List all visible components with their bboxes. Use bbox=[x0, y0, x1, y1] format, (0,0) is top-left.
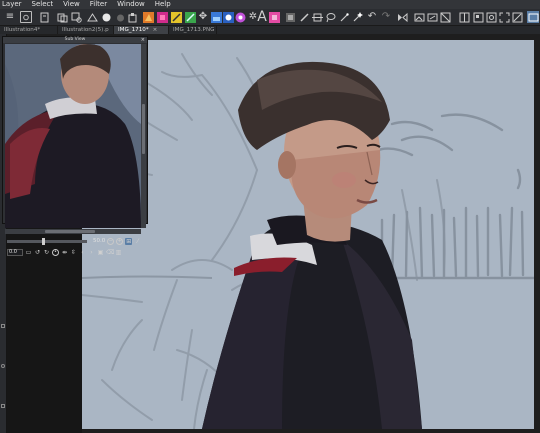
sub-view-vertical-scrollbar[interactable] bbox=[141, 44, 146, 228]
tab-illustration4[interactable]: Illustration4* bbox=[0, 26, 58, 34]
zoom-slider[interactable] bbox=[7, 237, 87, 245]
menu-view[interactable]: View bbox=[61, 0, 80, 9]
eyedropper-icon[interactable]: ⁄ bbox=[134, 238, 141, 245]
layout-icon[interactable] bbox=[485, 11, 497, 23]
flip-vertical-icon[interactable]: ⇳ bbox=[70, 249, 77, 256]
angle-field[interactable]: 0.0 bbox=[7, 248, 23, 256]
slider-knob[interactable] bbox=[42, 237, 45, 245]
gradient-icon[interactable] bbox=[210, 11, 222, 23]
sparkle-wand-icon[interactable] bbox=[351, 11, 363, 23]
colorset-4-icon[interactable] bbox=[184, 11, 196, 23]
redo-icon[interactable]: ↷ bbox=[380, 11, 392, 23]
previous-image-icon[interactable]: ‹ bbox=[79, 249, 86, 256]
delete-image-icon[interactable]: ▥ bbox=[115, 249, 122, 256]
tab-img-1713[interactable]: IMG_1713.PNG bbox=[169, 26, 217, 34]
reference-image[interactable] bbox=[5, 44, 141, 228]
close-icon[interactable]: × bbox=[153, 27, 158, 33]
text-icon[interactable]: A bbox=[256, 10, 268, 24]
close-icon[interactable]: × bbox=[141, 37, 145, 43]
balloon-icon[interactable] bbox=[234, 11, 246, 23]
menu-window[interactable]: Window bbox=[115, 0, 145, 9]
import-image-icon[interactable]: ▣ bbox=[97, 249, 104, 256]
frame-icon[interactable] bbox=[284, 11, 296, 23]
tab-label: IMG_1713.PNG bbox=[173, 27, 215, 33]
document-tabs: Illustration4* Illustration2(5).p IMG_17… bbox=[0, 26, 540, 34]
colorset-5-icon[interactable] bbox=[268, 11, 280, 23]
menu-icon[interactable]: ≡ bbox=[4, 11, 16, 23]
dock-marker-icon[interactable] bbox=[1, 324, 5, 328]
scrollbar-thumb[interactable] bbox=[142, 104, 145, 154]
new-file-icon[interactable] bbox=[38, 11, 50, 23]
eyedropper-icon[interactable] bbox=[298, 11, 310, 23]
flip-icon[interactable] bbox=[396, 11, 408, 23]
sub-view-title: Sub View × bbox=[3, 37, 147, 43]
color-circle-icon[interactable] bbox=[100, 11, 112, 23]
tab-label: Illustration2(5).p bbox=[62, 27, 109, 33]
reset-rotation-icon[interactable]: • bbox=[52, 248, 59, 256]
menu-bar: Layer Select View Filter Window Help bbox=[0, 0, 540, 9]
zoom-in-icon[interactable]: + bbox=[116, 237, 124, 245]
capture-icon[interactable] bbox=[20, 11, 32, 23]
wand-icon[interactable] bbox=[338, 11, 350, 23]
dock-dot-icon[interactable] bbox=[1, 364, 5, 368]
command-bar: ≡ ✥ ✲ A ↶ ↷ bbox=[0, 9, 540, 26]
menu-help[interactable]: Help bbox=[153, 0, 171, 9]
panel-icon[interactable] bbox=[458, 11, 470, 23]
zoom-fit-icon[interactable] bbox=[511, 11, 523, 23]
dock-marker-icon[interactable] bbox=[1, 404, 5, 408]
sub-view-title-text: Sub View bbox=[64, 37, 86, 42]
sub-view-palette: Sub View × 50.0 − + ⊞ ⁄ 0.0 ▭ ↺ ↻ • ⇹ ⇳ … bbox=[2, 36, 148, 256]
settings-icon[interactable] bbox=[472, 11, 484, 23]
menu-filter[interactable]: Filter bbox=[88, 0, 107, 9]
rotate-left-icon[interactable]: ↺ bbox=[34, 249, 41, 256]
zoom-out-icon[interactable]: − bbox=[107, 237, 115, 245]
sub-view-rotate-row: 0.0 ▭ ↺ ↻ • ⇹ ⇳ ‹ › ▣ ⌫ ▥ bbox=[5, 247, 147, 257]
move-icon[interactable]: ✥ bbox=[197, 11, 209, 23]
view-1-icon[interactable] bbox=[413, 11, 425, 23]
window-panel-icon[interactable] bbox=[527, 11, 539, 23]
next-image-icon[interactable]: › bbox=[88, 249, 95, 256]
ruler-icon[interactable] bbox=[311, 11, 323, 23]
view-3-icon[interactable] bbox=[439, 11, 451, 23]
angle-slider-icon[interactable]: ▭ bbox=[25, 249, 32, 256]
sub-view-horizontal-scrollbar[interactable] bbox=[5, 229, 141, 234]
tab-illustration2[interactable]: Illustration2(5).p bbox=[58, 26, 114, 34]
save-icon[interactable] bbox=[70, 11, 82, 23]
fullscreen-icon[interactable] bbox=[498, 11, 510, 23]
fit-icon[interactable]: ⊞ bbox=[125, 237, 133, 245]
menu-select[interactable]: Select bbox=[30, 0, 54, 9]
open-icon[interactable] bbox=[56, 11, 68, 23]
undo-icon[interactable]: ↶ bbox=[366, 11, 378, 23]
tab-img-1710[interactable]: IMG_1710* × bbox=[114, 26, 169, 34]
print-icon[interactable] bbox=[86, 11, 98, 23]
zoom-value: 50.0 bbox=[93, 238, 106, 244]
colorset-3-icon[interactable] bbox=[170, 11, 182, 23]
figure-icon[interactable] bbox=[222, 11, 234, 23]
reference-photo bbox=[5, 44, 141, 228]
sub-view-zoom-row: 50.0 − + ⊞ ⁄ bbox=[5, 236, 147, 246]
colorset-1-icon[interactable] bbox=[142, 11, 154, 23]
drawing-canvas[interactable] bbox=[82, 40, 534, 429]
lasso-icon[interactable] bbox=[324, 11, 336, 23]
flip-horizontal-icon[interactable]: ⇹ bbox=[61, 249, 68, 256]
clear-image-icon[interactable]: ⌫ bbox=[106, 249, 114, 256]
fill-icon[interactable] bbox=[126, 11, 138, 23]
tab-label: IMG_1710* bbox=[118, 27, 149, 33]
colorset-2-icon[interactable] bbox=[156, 11, 168, 23]
view-2-icon[interactable] bbox=[426, 11, 438, 23]
menu-layer[interactable]: Layer bbox=[0, 0, 22, 9]
layer-icon[interactable] bbox=[114, 11, 126, 23]
rotate-right-icon[interactable]: ↻ bbox=[43, 249, 50, 256]
artwork bbox=[82, 53, 534, 429]
scrollbar-thumb[interactable] bbox=[45, 230, 95, 233]
tab-label: Illustration4* bbox=[4, 27, 41, 33]
